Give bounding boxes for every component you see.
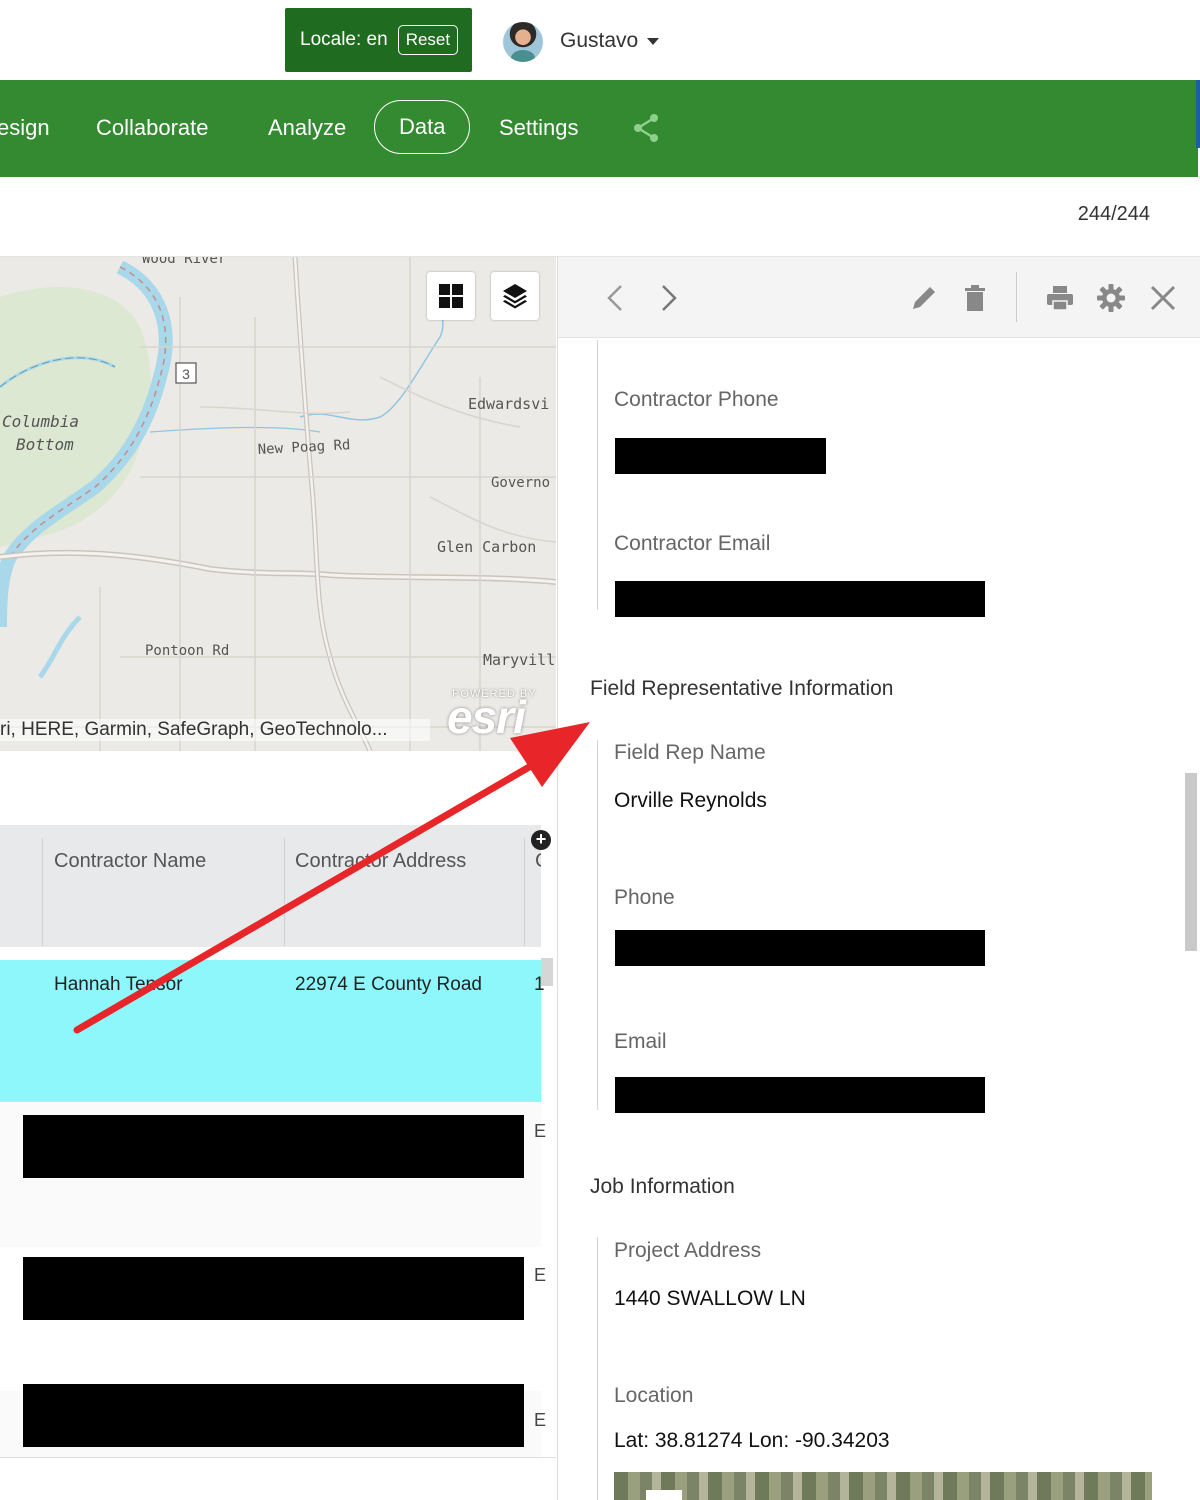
column-divider [42,838,43,946]
contractor-phone-label: Contractor Phone [614,388,779,411]
map-label-edwardsville: Edwardsvi [468,395,549,413]
nav-data[interactable]: Data [374,100,471,154]
location-value: Lat: 38.81274 Lon: -90.34203 [614,1429,890,1452]
map-label-governor: Governo [491,475,550,491]
nav-collaborate[interactable]: Collaborate [96,80,209,177]
field-rep-name-value: Orville Reynolds [614,789,767,812]
map-label-pontoon: Pontoon Rd [145,643,229,659]
field-rep-name-label: Field Rep Name [614,741,766,764]
user-menu[interactable]: Gustavo [560,29,638,53]
column-divider [284,838,285,946]
column-divider [524,838,525,946]
nav-edge-accent [1196,80,1200,148]
project-address-label: Project Address [614,1239,762,1262]
table-header [0,825,541,947]
panel-scrollbar-thumb[interactable] [1185,773,1197,951]
trash-icon[interactable] [959,282,991,314]
nav-analyze[interactable]: Analyze [268,80,346,177]
field-group-rule [597,740,598,1110]
thumbnail-marker [646,1490,682,1500]
chevron-left-icon[interactable] [600,282,632,314]
locale-switcher: Locale: en Reset [285,8,472,72]
avatar[interactable] [503,22,543,62]
route-shield-label: 3 [182,366,190,382]
cell-contractor-name: Hannah Tensor [54,974,183,995]
column-header-truncated[interactable]: C [535,850,541,873]
esri-logo: esri [447,691,526,743]
map-label-new-poag: New Poag Rd [257,437,350,458]
chevron-right-icon[interactable] [652,282,684,314]
cell-contractor-address: 22974 E County Road [295,974,482,995]
redacted-cell [23,1384,524,1447]
record-counter: 244/244 [1077,203,1150,225]
cell-truncated: E [534,1265,547,1285]
layers-icon [503,284,527,309]
phone-label: Phone [614,886,675,909]
cell-truncated: E [534,1410,547,1430]
table-scrollbar-thumb[interactable] [541,958,553,986]
record-header: 244/244 [0,177,1200,257]
column-header-contractor-name[interactable]: Contractor Name [54,850,206,873]
redacted-phone [615,930,985,966]
add-column-icon[interactable]: + [531,830,551,850]
location-label: Location [614,1384,694,1407]
section-field-rep: Field Representative Information [590,677,894,700]
caret-down-icon[interactable] [647,38,659,45]
section-job-information: Job Information [590,1175,735,1198]
basemap-gallery-button[interactable] [427,272,475,320]
share-icon[interactable] [630,112,662,144]
main-nav: esign Collaborate Analyze Data Settings [0,80,1198,177]
redacted-contractor-phone [615,438,826,474]
redacted-cell [23,1115,524,1178]
pencil-icon[interactable] [908,282,940,314]
map-label-bottom: Bottom [16,435,74,454]
locale-label: Locale: en [300,29,388,50]
print-icon[interactable] [1044,282,1076,314]
divider [0,1457,556,1458]
column-header-contractor-address[interactable]: Contractor Address [295,850,466,873]
grid-icon [439,284,463,308]
field-group-rule [597,340,598,610]
cell-truncated: E [534,1121,547,1141]
location-map-thumbnail[interactable] [614,1472,1152,1500]
redacted-email [615,1077,985,1113]
map-label-glen-carbon: Glen Carbon [437,538,536,556]
reset-button[interactable]: Reset [397,25,459,55]
redacted-cell [23,1257,524,1320]
map-attribution: ri, HERE, Garmin, SafeGraph, GeoTechnolo… [0,719,430,741]
close-icon[interactable] [1147,282,1179,314]
map-label-maryville: Maryville [483,651,556,669]
toolbar-separator [1016,272,1017,322]
layer-list-button[interactable] [491,272,539,320]
redacted-contractor-email [615,581,985,617]
map-label-wood-river: Wood River [142,257,226,267]
map-label-columbia: Columbia [2,412,79,431]
nav-design[interactable]: esign [0,80,50,177]
project-address-value: 1440 SWALLOW LN [614,1287,806,1310]
map-basemap: 3 Wood River Columbia Bottom Edwardsvi N… [0,257,556,751]
contractor-email-label: Contractor Email [614,532,771,555]
email-label: Email [614,1030,667,1053]
nav-settings[interactable]: Settings [499,80,579,177]
field-group-rule [597,1237,598,1500]
table-toolbar [0,751,556,825]
map-view[interactable]: 3 Wood River Columbia Bottom Edwardsvi N… [0,257,556,751]
top-bar: Locale: en Reset Gustavo [0,0,1200,80]
gear-icon[interactable] [1095,282,1127,314]
